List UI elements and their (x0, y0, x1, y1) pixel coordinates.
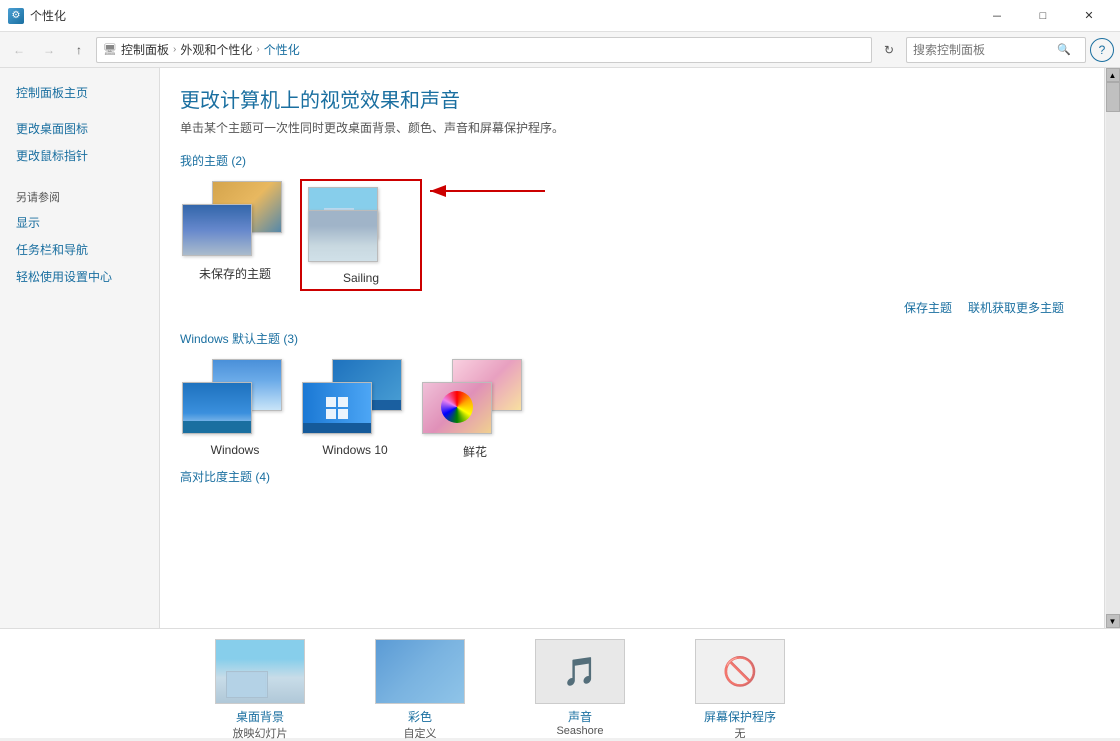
page-title: 更改计算机上的视觉效果和声音 (180, 84, 1084, 113)
my-themes-title: 我的主题 (2) (180, 152, 1084, 169)
save-theme-link[interactable]: 保存主题 (904, 299, 952, 316)
bottom-label-desktop[interactable]: 桌面背景 (236, 708, 284, 725)
high-contrast-title: 高对比度主题 (4) (180, 468, 1084, 485)
theme-windows10-label: Windows 10 (322, 443, 387, 457)
scroll-down-btn[interactable]: ▼ (1106, 614, 1120, 628)
theme-windows10-thumbnail (300, 357, 410, 439)
help-button[interactable]: ? (1090, 38, 1114, 62)
theme-flowers-thumbnail (420, 357, 530, 439)
path-part-2[interactable]: 外观和个性化 (180, 41, 252, 58)
color-thumbnail (375, 639, 465, 704)
window-controls: － □ ✕ (974, 0, 1112, 32)
bottom-label-screensaver[interactable]: 屏幕保护程序 (704, 708, 776, 725)
path-sep-2: › (256, 44, 259, 55)
sound-icon: 🎵 (563, 655, 598, 688)
forward-button[interactable]: → (36, 37, 62, 63)
search-icon: 🔍 (1057, 43, 1071, 56)
thumb-front-windows10 (302, 382, 372, 434)
scroll-up-btn[interactable]: ▲ (1106, 68, 1120, 82)
sidebar-item-mouse-pointer[interactable]: 更改鼠标指针 (0, 142, 159, 169)
theme-unsaved[interactable]: 未保存的主题 (180, 179, 290, 291)
refresh-button[interactable]: ↻ (876, 37, 902, 63)
bottom-sublabel-desktop: 放映幻灯片 (233, 725, 288, 741)
theme-windows-label: Windows (211, 443, 260, 457)
theme-unsaved-label: 未保存的主题 (199, 265, 271, 282)
path-icon: 🖥 (103, 43, 117, 56)
bottom-sublabel-color: 自定义 (404, 725, 437, 741)
screen-icon: 🚫 (723, 655, 758, 688)
path-sep-1: › (173, 44, 176, 55)
main-layout: 控制面板主页 更改桌面图标 更改鼠标指针 另请参阅 显示 任务栏和导航 轻松使用… (0, 68, 1120, 628)
bottom-item-color[interactable]: 彩色 自定义 (340, 639, 500, 741)
get-more-themes-link[interactable]: 联机获取更多主题 (968, 299, 1064, 316)
theme-windows-thumbnail (180, 357, 290, 439)
sailing-selection-box: Sailing (300, 179, 422, 291)
theme-windows[interactable]: Windows (180, 357, 290, 460)
path-part-1[interactable]: 控制面板 (121, 41, 169, 58)
thumb-front-flowers (422, 382, 492, 434)
window-title: 个性化 (30, 7, 974, 24)
windows-themes-title: Windows 默认主题 (3) (180, 330, 1084, 347)
theme-flowers-label: 鲜花 (463, 443, 487, 460)
screensaver-thumbnail: 🚫 (695, 639, 785, 704)
my-themes-grid: 未保存的主题 (180, 179, 422, 291)
theme-sailing-thumbnail (306, 185, 416, 267)
sidebar: 控制面板主页 更改桌面图标 更改鼠标指针 另请参阅 显示 任务栏和导航 轻松使用… (0, 68, 160, 628)
desktop-thumb-detail (226, 672, 266, 698)
bottom-item-sound[interactable]: 🎵 声音 Seashore (500, 639, 660, 737)
window-icon: ⚙ (8, 8, 24, 24)
bottom-item-screensaver[interactable]: 🚫 屏幕保护程序 无 (660, 639, 820, 741)
minimize-button[interactable]: － (974, 0, 1020, 32)
bottom-item-desktop[interactable]: 桌面背景 放映幻灯片 (180, 639, 340, 741)
close-button[interactable]: ✕ (1066, 0, 1112, 32)
page-description: 单击某个主题可一次性同时更改桌面背景、颜色、声音和屏幕保护程序。 (180, 119, 1084, 136)
bottom-sublabel-sound: Seashore (556, 725, 603, 737)
thumb-front-windows (182, 382, 252, 434)
sidebar-also-see: 另请参阅 (0, 185, 159, 209)
desktop-thumbnail (215, 639, 305, 704)
theme-sailing[interactable]: Sailing (306, 185, 416, 285)
theme-unsaved-thumbnail (180, 179, 290, 261)
thumb-stack-windows (182, 359, 282, 434)
address-bar: ← → ↑ 🖥 控制面板 › 外观和个性化 › 个性化 ↻ 🔍 ? (0, 32, 1120, 68)
theme-sailing-label: Sailing (343, 271, 379, 285)
thumb-stack-windows10 (302, 359, 402, 434)
thumb-front-sailing (308, 210, 378, 262)
sidebar-item-display[interactable]: 显示 (0, 209, 159, 236)
scroll-thumb[interactable] (1106, 82, 1120, 112)
theme-windows10[interactable]: Windows 10 (300, 357, 410, 460)
content-area: 更改计算机上的视觉效果和声音 单击某个主题可一次性同时更改桌面背景、颜色、声音和… (160, 68, 1104, 628)
maximize-button[interactable]: □ (1020, 0, 1066, 32)
bottom-bar: 桌面背景 放映幻灯片 彩色 自定义 🎵 声音 Seashore 🚫 屏幕保护程序… (0, 628, 1120, 738)
address-path: 🖥 控制面板 › 外观和个性化 › 个性化 (96, 37, 872, 63)
thumb-stack-unsaved (182, 181, 282, 256)
sidebar-item-desktop-icon[interactable]: 更改桌面图标 (0, 115, 159, 142)
scroll-track (1106, 82, 1120, 614)
sidebar-item-taskbar[interactable]: 任务栏和导航 (0, 236, 159, 263)
title-bar: ⚙ 个性化 － □ ✕ (0, 0, 1120, 32)
content-scroll: 更改计算机上的视觉效果和声音 单击某个主题可一次性同时更改桌面背景、颜色、声音和… (160, 68, 1104, 628)
thumb-stack-sailing (308, 187, 408, 262)
path-part-3[interactable]: 个性化 (264, 41, 300, 58)
red-arrow-svg (420, 171, 550, 211)
sidebar-home-link[interactable]: 控制面板主页 (0, 80, 159, 105)
thumb-front-unsaved (182, 204, 252, 256)
sound-thumbnail: 🎵 (535, 639, 625, 704)
red-arrow-container (420, 171, 550, 211)
search-input[interactable] (913, 43, 1053, 57)
sidebar-item-accessibility[interactable]: 轻松使用设置中心 (0, 263, 159, 290)
theme-flowers[interactable]: 鲜花 (420, 357, 530, 460)
search-box[interactable]: 🔍 (906, 37, 1086, 63)
thumb-stack-flowers (422, 359, 522, 434)
theme-actions: 保存主题 联机获取更多主题 (180, 299, 1084, 316)
windows-logo-svg (325, 396, 349, 420)
up-button[interactable]: ↑ (66, 37, 92, 63)
windows-themes-grid: Windows (180, 357, 1084, 460)
back-button[interactable]: ← (6, 37, 32, 63)
bottom-label-sound[interactable]: 声音 (568, 708, 592, 725)
scrollbar[interactable]: ▲ ▼ (1104, 68, 1120, 628)
flowers-color-wheel (441, 391, 473, 423)
bottom-label-color[interactable]: 彩色 (408, 708, 432, 725)
bottom-sublabel-screensaver: 无 (735, 725, 746, 741)
